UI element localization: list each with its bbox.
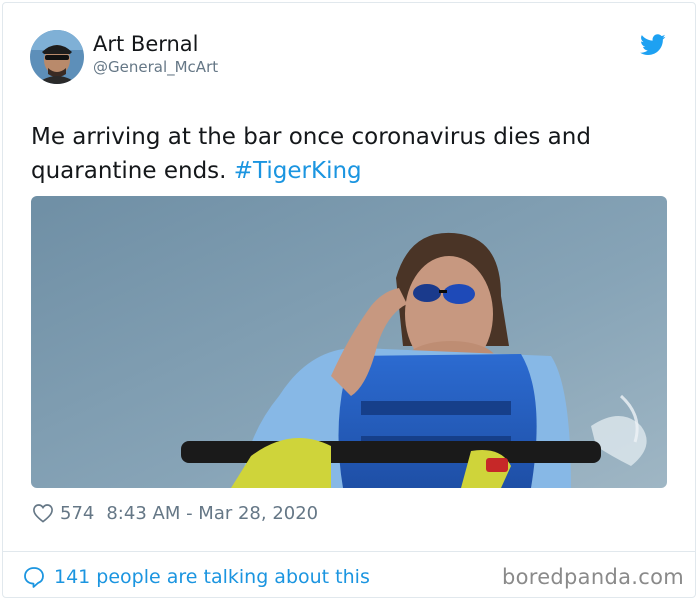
- site-watermark: boredpanda.com: [501, 565, 684, 589]
- twitter-bird-icon[interactable]: [640, 34, 666, 56]
- tweet-timestamp[interactable]: 8:43 AM - Mar 28, 2020: [106, 503, 318, 524]
- conversation-link[interactable]: 141 people are talking about this: [22, 563, 370, 591]
- conversation-label: 141 people are talking about this: [54, 566, 370, 588]
- author-name[interactable]: Art Bernal: [93, 32, 199, 56]
- hashtag-link[interactable]: #TigerKing: [234, 158, 362, 184]
- author-avatar[interactable]: [30, 30, 84, 84]
- author-handle[interactable]: @General_McArt: [93, 58, 218, 76]
- divider: [2, 551, 696, 552]
- speech-bubble-icon: [22, 565, 46, 589]
- heart-icon[interactable]: [32, 503, 54, 523]
- tweet-text: Me arriving at the bar once coronavirus …: [31, 120, 661, 188]
- tweet-media-image[interactable]: [31, 196, 667, 488]
- like-count: 574: [60, 502, 95, 524]
- tweet-meta: 574 8:43 AM - Mar 28, 2020: [32, 501, 318, 525]
